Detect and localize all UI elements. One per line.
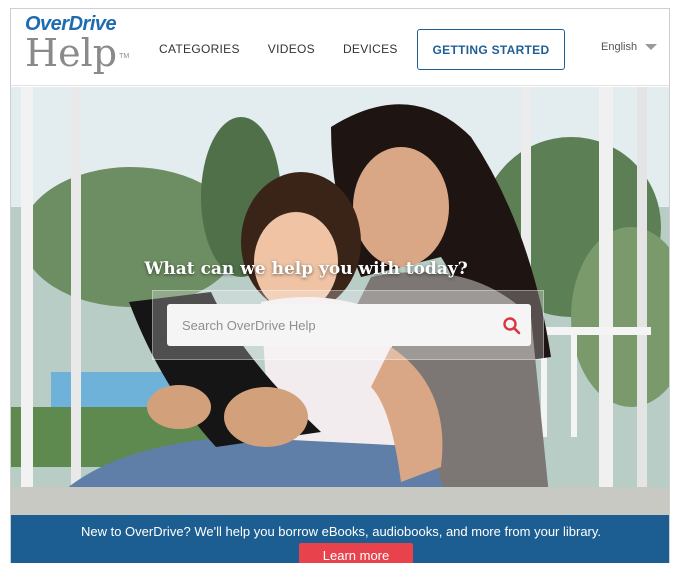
- nav-item-devices[interactable]: DEVICES: [343, 42, 398, 56]
- language-label: English: [601, 41, 638, 53]
- learn-more-button[interactable]: Learn more: [299, 543, 413, 563]
- new-user-banner: New to OverDrive? We'll help you borrow …: [11, 515, 669, 563]
- search-icon[interactable]: [502, 316, 522, 336]
- nav-item-categories[interactable]: CATEGORIES: [159, 42, 240, 56]
- search-panel: [152, 290, 544, 360]
- getting-started-button[interactable]: GETTING STARTED: [417, 29, 565, 70]
- overdrive-help-logo[interactable]: OverDrive Help TM: [25, 13, 130, 75]
- page-frame: OverDrive Help TM CATEGORIES VIDEOS DEVIC…: [10, 8, 670, 563]
- search-input[interactable]: [167, 304, 531, 346]
- hero-section: What can we help you with today?: [11, 87, 669, 515]
- logo-trademark: TM: [119, 53, 130, 60]
- chevron-down-icon: [645, 44, 658, 50]
- hero-heading: What can we help you with today?: [144, 259, 468, 279]
- site-header: OverDrive Help TM CATEGORIES VIDEOS DEVIC…: [11, 9, 669, 86]
- nav-item-videos[interactable]: VIDEOS: [268, 42, 315, 56]
- language-selector[interactable]: English: [601, 41, 658, 53]
- banner-text: New to OverDrive? We'll help you borrow …: [80, 524, 602, 539]
- main-nav: CATEGORIES VIDEOS DEVICES: [159, 42, 398, 56]
- logo-product: Help TM: [25, 31, 130, 75]
- logo-product-text: Help: [25, 31, 118, 75]
